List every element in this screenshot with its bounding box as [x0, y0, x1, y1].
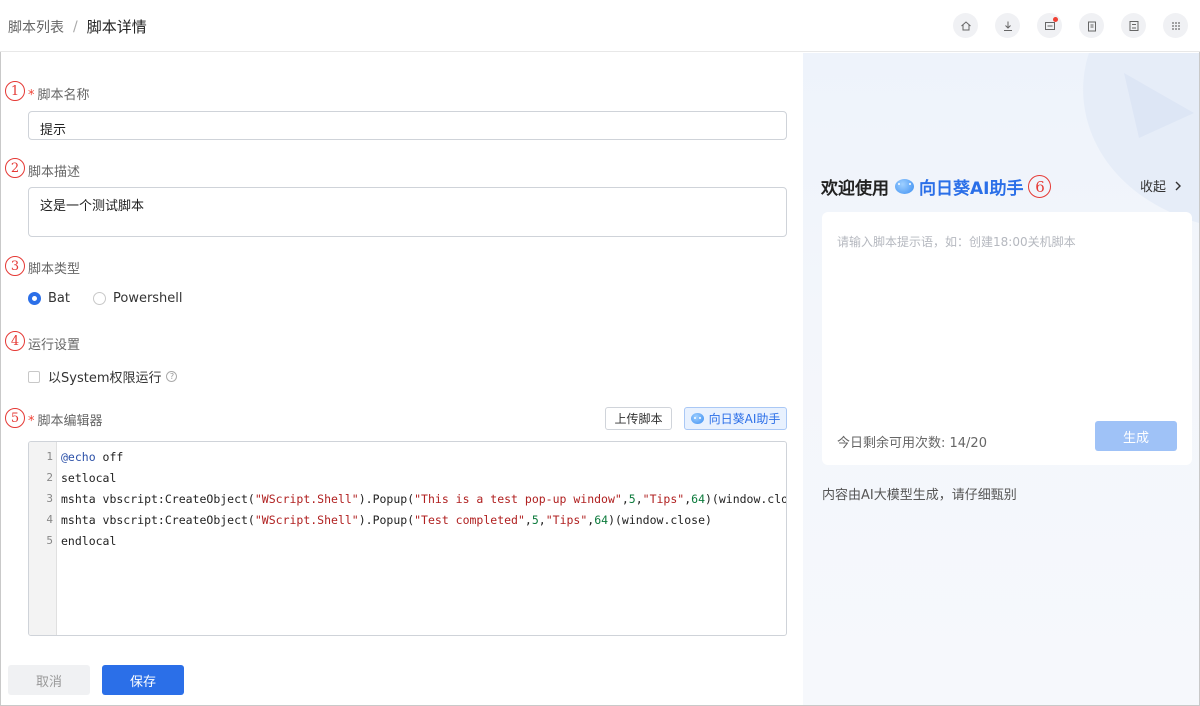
ai-title-prefix: 欢迎使用: [821, 179, 889, 199]
panel-decoration: [1083, 53, 1199, 223]
radio-powershell[interactable]: Powershell: [92, 291, 183, 306]
save-doc-icon[interactable]: [1121, 13, 1146, 38]
ai-assistant-panel: 欢迎使用 向日葵AI助手 6 收起 请输入脚本提示语，如：创建18:00关机脚本…: [803, 53, 1199, 705]
collapse-panel-button[interactable]: 收起: [1140, 176, 1185, 195]
message-icon[interactable]: [1037, 13, 1062, 38]
radio-bat-label: Bat: [48, 291, 70, 306]
radio-powershell-circle[interactable]: [92, 292, 106, 305]
radio-powershell-label: Powershell: [112, 291, 183, 306]
code-line: 1 @echo off: [29, 446, 123, 467]
ai-prompt-input[interactable]: 请输入脚本提示语，如：创建18:00关机脚本: [837, 233, 1076, 250]
save-button[interactable]: 保存: [102, 665, 184, 695]
breadcrumb: 脚本列表 / 脚本详情: [8, 16, 147, 37]
line-number: 4: [46, 513, 53, 526]
code-text: mshta vbscript:CreateObject("WScript.She…: [61, 512, 712, 527]
marker-3: 3: [5, 256, 25, 276]
ai-assistant-button[interactable]: 向日葵AI助手: [684, 407, 787, 430]
download-icon[interactable]: [995, 13, 1020, 38]
code-line: 3 mshta vbscript:CreateObject("WScript.S…: [29, 488, 786, 509]
code-text: mshta vbscript:CreateObject("WScript.She…: [61, 491, 786, 506]
marker-4: 4: [5, 331, 25, 351]
breadcrumb-separator: /: [73, 18, 78, 35]
marker-5: 5: [5, 408, 25, 428]
ai-disclaimer: 内容由AI大模型生成，请仔细甄别: [822, 488, 1017, 503]
ai-brand: 向日葵AI助手: [895, 174, 1023, 199]
radio-bat[interactable]: Bat: [28, 291, 70, 306]
script-type-label: 脚本类型: [28, 262, 81, 277]
help-icon[interactable]: ?: [166, 371, 178, 382]
marker-1: 1: [5, 81, 25, 101]
notification-dot: [1053, 17, 1058, 22]
script-editor-label: * 脚本编辑器: [28, 414, 103, 429]
header-toolbar: [953, 13, 1188, 38]
ai-mascot-icon: [895, 179, 914, 194]
script-name-label: * 脚本名称: [28, 88, 90, 103]
radio-bat-circle[interactable]: [28, 292, 41, 305]
code-line: 2 setlocal: [29, 467, 116, 488]
system-run-checkbox[interactable]: [28, 370, 40, 383]
ai-assistant-button-label: 向日葵AI助手: [708, 412, 781, 426]
ai-mascot-icon: [690, 413, 704, 424]
collapse-label: 收起: [1139, 180, 1166, 195]
code-line: 4 mshta vbscript:CreateObject("WScript.S…: [29, 509, 712, 530]
run-settings-label: 运行设置: [28, 338, 81, 353]
system-run-label: 以System权限运行: [48, 371, 162, 386]
code-text: @echo off: [61, 449, 124, 464]
top-bar: 脚本列表 / 脚本详情: [0, 0, 1200, 52]
ai-panel-title: 欢迎使用 向日葵AI助手 6: [821, 174, 1052, 199]
marker-6: 6: [1028, 175, 1052, 198]
home-icon[interactable]: [953, 13, 978, 38]
line-number: 2: [46, 471, 53, 484]
script-desc-label: 脚本描述: [28, 165, 81, 180]
ai-brand-name: 向日葵AI助手: [919, 179, 1024, 199]
cancel-button[interactable]: 取消: [8, 665, 90, 695]
generate-button[interactable]: 生成: [1095, 421, 1177, 451]
line-number: 1: [46, 450, 53, 463]
upload-script-button[interactable]: 上传脚本: [605, 407, 672, 430]
breadcrumb-current: 脚本详情: [86, 18, 147, 36]
script-type-radio-group: Bat Powershell: [28, 291, 206, 306]
code-editor[interactable]: 1 @echo off 2 setlocal 3 mshta vbscript:…: [28, 441, 787, 636]
system-run-option[interactable]: 以System权限运行 ?: [28, 367, 178, 386]
code-text: setlocal: [61, 470, 117, 485]
code-line: 5 endlocal: [29, 530, 116, 551]
chevron-right-icon: [1175, 181, 1181, 190]
clipboard-icon[interactable]: [1079, 13, 1104, 38]
script-name-input[interactable]: 提示: [28, 111, 787, 140]
remaining-uses-text: 今日剩余可用次数: 14/20: [837, 436, 987, 451]
apps-grid-icon[interactable]: [1163, 13, 1188, 38]
line-number: 3: [46, 492, 53, 505]
breadcrumb-parent-link[interactable]: 脚本列表: [8, 17, 64, 37]
script-desc-textarea[interactable]: 这是一个测试脚本: [28, 187, 787, 237]
marker-2: 2: [5, 158, 25, 178]
code-text: endlocal: [61, 533, 117, 548]
line-number: 5: [46, 534, 53, 547]
ai-prompt-card: 请输入脚本提示语，如：创建18:00关机脚本 今日剩余可用次数: 14/20 生…: [822, 212, 1192, 465]
